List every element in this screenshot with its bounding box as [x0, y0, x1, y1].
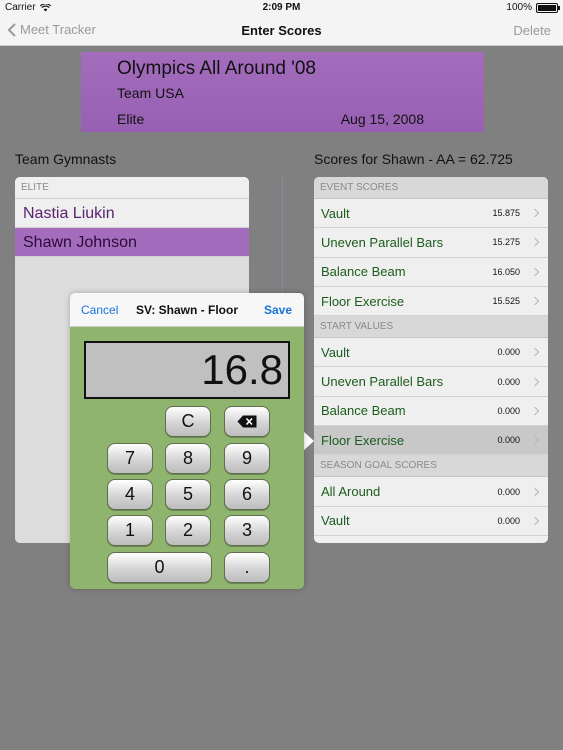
key-5[interactable]: 5: [165, 479, 211, 510]
score-value: 15.525: [492, 296, 520, 307]
score-label: All Around: [321, 484, 381, 500]
score-display: 16.8: [84, 341, 290, 399]
chevron-right-icon: [530, 516, 540, 526]
gymnasts-section-title: Team Gymnasts: [15, 151, 117, 167]
gymnast-row-nastia[interactable]: Nastia Liukin: [15, 199, 249, 228]
chevron-right-icon: [530, 296, 540, 306]
start-row-beam[interactable]: Balance Beam 0.000: [314, 396, 548, 427]
start-row-vault[interactable]: Vault 0.000: [314, 338, 548, 368]
start-values-header: START VALUES: [314, 316, 548, 339]
battery-percent: 100%: [506, 2, 532, 13]
score-row-bars[interactable]: Uneven Parallel Bars 15.275: [314, 228, 548, 258]
score-value: 15.275: [492, 237, 520, 248]
scores-section-title: Scores for Shawn - AA = 62.725: [314, 151, 513, 167]
key-4[interactable]: 4: [107, 479, 153, 510]
score-label: Vault: [321, 205, 350, 221]
start-row-floor[interactable]: Floor Exercise 0.000: [314, 426, 548, 456]
score-row-beam[interactable]: Balance Beam 16.050: [314, 257, 548, 287]
chevron-right-icon: [530, 435, 540, 445]
start-row-bars[interactable]: Uneven Parallel Bars 0.000: [314, 367, 548, 397]
key-1[interactable]: 1: [107, 515, 153, 546]
chevron-right-icon: [530, 487, 540, 496]
key-9[interactable]: 9: [224, 443, 270, 474]
event-scores-header: EVENT SCORES: [314, 177, 548, 199]
status-bar: Carrier 2:09 PM 100%: [0, 0, 563, 16]
gymnast-row-shawn[interactable]: Shawn Johnson: [15, 228, 249, 257]
key-7[interactable]: 7: [107, 443, 153, 474]
score-entry-popover: Cancel SV: Shawn - Floor Save 16.8 C 7 8…: [70, 293, 304, 589]
navigation-bar: Meet Tracker Enter Scores Delete: [0, 16, 563, 46]
gymnast-group-header: ELITE: [15, 177, 249, 199]
score-label: Uneven Parallel Bars: [321, 234, 444, 250]
goal-row-vault[interactable]: Vault 0.000: [314, 506, 548, 536]
meet-date: Aug 15, 2008: [340, 111, 424, 127]
status-time: 2:09 PM: [262, 2, 301, 13]
chevron-right-icon: [530, 208, 540, 218]
save-button[interactable]: Save: [264, 303, 292, 317]
popover-toolbar: Cancel SV: Shawn - Floor Save: [70, 293, 304, 327]
score-value: 0.000: [497, 405, 520, 416]
key-2[interactable]: 2: [165, 515, 211, 546]
meet-header: Olympics All Around '08 Team USA Elite A…: [81, 52, 484, 132]
meet-name: Olympics All Around '08: [117, 58, 316, 79]
chevron-right-icon: [530, 377, 540, 386]
meet-team: Team USA: [117, 85, 184, 101]
season-goal-header: SEASON GOAL SCORES: [314, 455, 548, 478]
chevron-right-icon: [530, 348, 540, 357]
clear-key[interactable]: C: [165, 406, 211, 437]
score-label: Vault: [321, 513, 350, 529]
score-value: 0.000: [497, 486, 520, 497]
chevron-right-icon: [530, 406, 540, 416]
score-value: 0.000: [497, 376, 520, 387]
score-row-floor[interactable]: Floor Exercise 15.525: [314, 286, 548, 317]
cancel-button[interactable]: Cancel: [81, 303, 118, 317]
battery-icon: [536, 2, 560, 13]
delete-button[interactable]: Delete: [513, 23, 551, 38]
score-label: Floor Exercise: [321, 293, 405, 309]
backspace-icon: [237, 415, 257, 428]
goal-row-all-around[interactable]: All Around 0.000: [314, 477, 548, 507]
score-label: Balance Beam: [321, 403, 406, 419]
back-button[interactable]: Meet Tracker: [7, 22, 96, 37]
score-label: Vault: [321, 344, 350, 360]
scores-list: EVENT SCORES Vault 15.875 Uneven Paralle…: [314, 177, 548, 543]
score-value: 0.000: [497, 515, 520, 526]
chevron-left-icon: [7, 22, 16, 37]
key-3[interactable]: 3: [224, 515, 270, 546]
chevron-right-icon: [530, 267, 540, 276]
popover-arrow: [303, 431, 314, 451]
chevron-right-icon: [530, 238, 540, 247]
key-6[interactable]: 6: [224, 479, 270, 510]
score-row-vault[interactable]: Vault 15.875: [314, 199, 548, 229]
score-label: Floor Exercise: [321, 432, 405, 448]
score-value: 16.050: [492, 266, 520, 277]
key-0[interactable]: 0: [107, 552, 212, 583]
score-value: 15.875: [492, 208, 520, 219]
score-value: 0.000: [497, 347, 520, 358]
key-decimal[interactable]: .: [224, 552, 270, 583]
battery-info: 100%: [506, 2, 560, 13]
key-8[interactable]: 8: [165, 443, 211, 474]
backspace-key[interactable]: [224, 406, 270, 437]
score-value: 0.000: [497, 435, 520, 446]
meet-level: Elite: [117, 111, 145, 127]
score-label: Balance Beam: [321, 264, 406, 280]
back-button-label: Meet Tracker: [20, 22, 96, 37]
score-label: Uneven Parallel Bars: [321, 374, 444, 390]
